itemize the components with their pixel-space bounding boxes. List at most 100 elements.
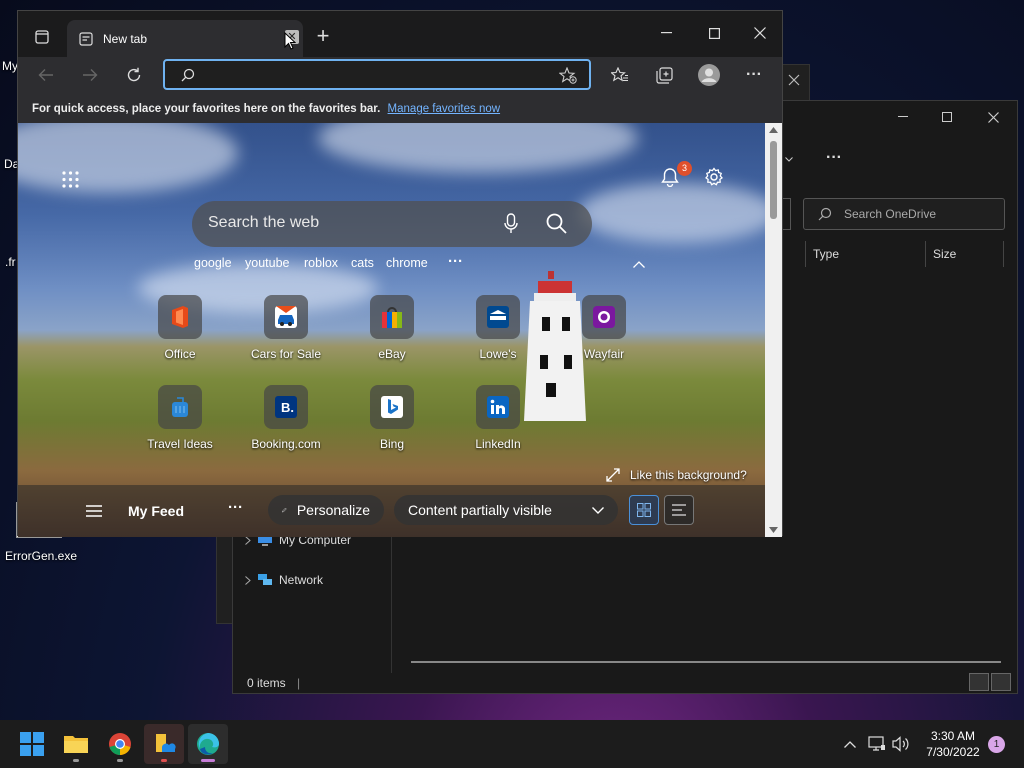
- apps-grid-icon[interactable]: [58, 167, 82, 191]
- manage-favorites-link[interactable]: Manage favorites now: [388, 103, 501, 115]
- list-layout-button[interactable]: [664, 495, 694, 525]
- status-item-count: 0 items |: [247, 676, 301, 690]
- taskbar-file-explorer[interactable]: [56, 724, 96, 764]
- volume-icon[interactable]: [890, 734, 912, 754]
- nav-pane-divider[interactable]: [391, 537, 392, 673]
- quick-link-booking[interactable]: B. Booking.com: [236, 385, 336, 451]
- web-search-box[interactable]: Search the web: [192, 201, 592, 247]
- taskbar-onedrive-explorer[interactable]: [144, 724, 184, 764]
- quick-link-bing[interactable]: Bing: [342, 385, 442, 451]
- explorer-dropdown-chevron-icon[interactable]: [781, 151, 797, 167]
- suggestion-cats[interactable]: cats: [351, 256, 374, 270]
- profile-avatar[interactable]: [696, 62, 722, 88]
- feed-menu-hamburger-icon[interactable]: [84, 501, 104, 521]
- back-arrow-icon[interactable]: [34, 63, 58, 87]
- quick-link-label: Office: [164, 347, 196, 361]
- content-visibility-dropdown[interactable]: Content partially visible: [394, 495, 618, 525]
- address-search-icon: [181, 68, 195, 82]
- quick-link-linkedin[interactable]: LinkedIn: [448, 385, 548, 451]
- notification-center-badge[interactable]: 1: [988, 736, 1005, 753]
- quick-link-label: LinkedIn: [475, 437, 521, 451]
- quick-link-wayfair[interactable]: Wayfair: [554, 295, 654, 361]
- quick-link-travel-ideas[interactable]: Travel Ideas: [130, 385, 230, 451]
- suggestion-chrome[interactable]: chrome: [386, 256, 428, 270]
- car-icon: [264, 295, 308, 339]
- maximize-button[interactable]: [702, 21, 726, 45]
- new-tab-button[interactable]: +: [310, 23, 336, 49]
- running-indicator: [73, 759, 79, 762]
- network-status-icon[interactable]: [866, 734, 888, 754]
- scrollbar-thumb[interactable]: [770, 141, 777, 219]
- web-search-placeholder: Search the web: [208, 214, 320, 231]
- collections-icon[interactable]: [652, 63, 676, 87]
- explorer-maximize-icon[interactable]: [937, 107, 957, 127]
- details-view-button[interactable]: [969, 673, 989, 691]
- personalize-button[interactable]: Personalize: [268, 495, 384, 525]
- grid-layout-button[interactable]: [629, 495, 659, 525]
- address-input[interactable]: [205, 65, 545, 85]
- minimize-button[interactable]: [654, 21, 678, 45]
- horizontal-scrollbar[interactable]: [411, 661, 1001, 663]
- explorer-search-input[interactable]: Search OneDrive: [803, 198, 1005, 230]
- folder-icon: [64, 736, 88, 753]
- quick-link-ebay[interactable]: eBay: [342, 295, 442, 361]
- grid-layout-icon: [637, 503, 651, 517]
- mouse-cursor-icon: [284, 32, 296, 50]
- tab-actions-icon[interactable]: [30, 25, 54, 49]
- like-background-button[interactable]: Like this background?: [606, 468, 747, 482]
- nav-item-network[interactable]: Network: [245, 573, 323, 587]
- quick-link-cars-for-sale[interactable]: Cars for Sale: [236, 295, 336, 361]
- settings-more-button[interactable]: ···: [740, 63, 768, 87]
- close-button[interactable]: [748, 21, 772, 45]
- svg-text:B.: B.: [281, 400, 294, 415]
- start-button[interactable]: [12, 724, 52, 764]
- column-header-type[interactable]: Type: [813, 247, 839, 261]
- background-cloud: [578, 183, 766, 243]
- nav-item-label: Network: [279, 573, 324, 587]
- desktop-label-errorgen[interactable]: ErrorGen.exe: [5, 549, 77, 563]
- forward-arrow-icon[interactable]: [78, 63, 102, 87]
- explorer-close-icon[interactable]: [983, 107, 1003, 127]
- onedrive-folder-icon: [156, 734, 176, 752]
- shopping-bag-icon: [370, 295, 414, 339]
- search-icon[interactable]: [546, 213, 567, 234]
- feed-title[interactable]: My Feed: [128, 503, 184, 519]
- add-favorite-star-icon[interactable]: [559, 67, 577, 84]
- personalize-label: Personalize: [296, 502, 370, 518]
- show-hidden-icons-chevron-icon[interactable]: [840, 734, 860, 754]
- quick-link-office[interactable]: Office: [130, 295, 230, 361]
- page-vertical-scrollbar[interactable]: [765, 123, 782, 537]
- tiles-view-button[interactable]: [991, 673, 1011, 691]
- background-window-close-icon[interactable]: [783, 69, 805, 91]
- linkedin-icon: [476, 385, 520, 429]
- quick-link-label: Cars for Sale: [250, 347, 322, 361]
- address-bar[interactable]: [163, 59, 591, 90]
- microphone-icon[interactable]: [504, 213, 518, 235]
- refresh-icon[interactable]: [122, 63, 146, 87]
- collapse-chevron-up-icon[interactable]: [630, 255, 648, 273]
- taskbar-edge[interactable]: [188, 724, 228, 764]
- taskbar-chrome[interactable]: [100, 724, 140, 764]
- suggestion-roblox[interactable]: roblox: [304, 256, 338, 270]
- explorer-minimize-icon[interactable]: [893, 107, 913, 127]
- favorites-icon[interactable]: [608, 63, 632, 87]
- pencil-icon: [282, 507, 287, 513]
- suggestion-google[interactable]: google: [194, 256, 232, 270]
- suggestion-youtube[interactable]: youtube: [245, 256, 289, 270]
- column-separator: [1003, 241, 1004, 267]
- suggestions-more-button[interactable]: ···: [448, 253, 463, 270]
- windows-logo-icon: [20, 732, 44, 756]
- content-visibility-value: Content partially visible: [408, 502, 552, 518]
- edge-browser-window: New tab ✕ + ··· For quick access, place …: [17, 10, 783, 537]
- feed-more-button[interactable]: ···: [228, 499, 243, 516]
- scroll-up-arrow-icon[interactable]: [769, 127, 778, 133]
- page-settings-gear-icon[interactable]: [702, 165, 726, 189]
- clock[interactable]: 3:30 AM 7/30/2022: [918, 728, 988, 760]
- quick-link-lowes[interactable]: Lowe's: [448, 295, 548, 361]
- tab-new-tab[interactable]: New tab ✕: [67, 20, 303, 57]
- scroll-down-arrow-icon[interactable]: [769, 527, 778, 533]
- explorer-more-button[interactable]: ···: [819, 147, 849, 169]
- explorer-search-placeholder: Search OneDrive: [844, 207, 937, 221]
- column-header-size[interactable]: Size: [933, 247, 956, 261]
- running-indicator: [161, 759, 167, 762]
